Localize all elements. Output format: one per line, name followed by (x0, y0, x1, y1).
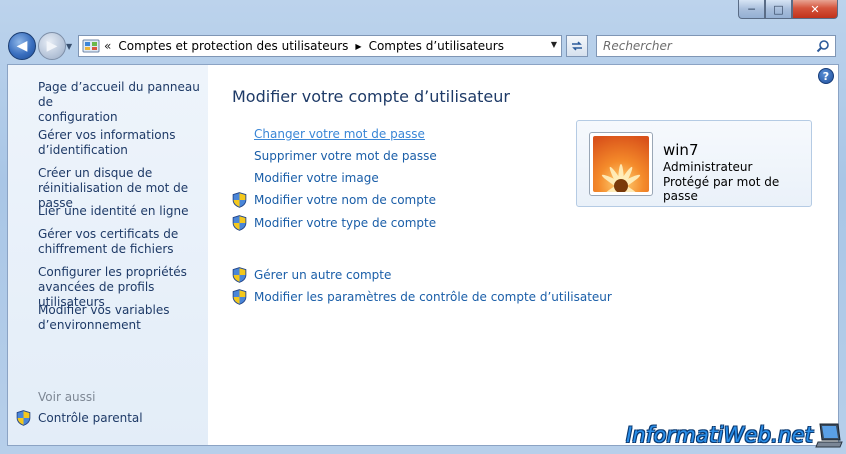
user-name: win7 (663, 141, 699, 159)
shield-icon (232, 289, 247, 305)
search-input[interactable] (597, 36, 807, 56)
shield-icon (232, 192, 247, 208)
sidebar-item-online-id[interactable]: Lier une identité en ligne (38, 204, 208, 219)
search-icon[interactable] (816, 39, 830, 53)
refresh-button[interactable] (566, 35, 588, 57)
watermark-text: InformatiWeb.net (626, 423, 814, 447)
task-remove-password[interactable]: Supprimer votre mot de passe (232, 149, 437, 163)
sidebar-item-control-panel-home[interactable]: Page d’accueil du panneau de configurati… (38, 80, 208, 125)
address-bar[interactable]: « Comptes et protection des utilisateurs… (78, 35, 562, 57)
page-title: Modifier votre compte d’utilisateur (232, 87, 510, 106)
sidebar-item-credentials[interactable]: Gérer vos informations d’identification (38, 128, 208, 158)
minimize-button[interactable]: ─ (738, 0, 765, 19)
user-account-card: win7 Administrateur Protégé par mot de p… (576, 120, 812, 208)
breadcrumb-separator-icon[interactable]: ▶ (355, 42, 361, 51)
content-area: Page d’accueil du panneau de configurati… (7, 64, 839, 446)
shield-icon (232, 267, 247, 283)
user-role: Administrateur (663, 160, 753, 174)
forward-arrow-icon: ▶ (46, 38, 58, 54)
main-panel: ? Modifier votre compte d’utilisateur Ch… (208, 65, 838, 445)
refresh-icon (572, 41, 582, 51)
control-panel-icon (82, 39, 100, 53)
close-button[interactable]: ✕ (792, 0, 838, 19)
task-change-account-type[interactable]: Modifier votre type de compte (232, 215, 436, 231)
breadcrumb-user-accounts[interactable]: Comptes d’utilisateurs (369, 39, 504, 53)
task-change-password[interactable]: Changer votre mot de passe (232, 127, 425, 141)
task-manage-other-account[interactable]: Gérer un autre compte (232, 267, 391, 283)
laptop-icon (815, 423, 843, 448)
maximize-button[interactable]: □ (765, 0, 792, 19)
sidebar: Page d’accueil du panneau de configurati… (8, 65, 208, 445)
back-arrow-icon: ◀ (16, 38, 28, 54)
sidebar-item-environment-variables[interactable]: Modifier vos variables d’environnement (38, 303, 208, 333)
navigation-bar: ◀ ▶ ▼ « Comptes et protection des utilis… (0, 28, 846, 64)
parental-control-label: Contrôle parental (38, 411, 143, 425)
task-change-picture[interactable]: Modifier votre image (232, 171, 379, 185)
shield-icon (16, 410, 31, 426)
user-protection-status: Protégé par mot de passe (663, 175, 780, 203)
title-bar: ─ □ ✕ (0, 0, 846, 28)
address-overflow-chevron[interactable]: « (104, 39, 111, 53)
sidebar-item-certificates[interactable]: Gérer vos certificats de chiffrement de … (38, 227, 208, 257)
flower-picture-icon (593, 136, 649, 208)
breadcrumb-accounts-protection[interactable]: Comptes et protection des utilisateurs (118, 39, 348, 53)
address-dropdown-icon[interactable]: ▼ (551, 40, 557, 49)
task-change-account-name[interactable]: Modifier votre nom de compte (232, 192, 436, 208)
help-icon[interactable]: ? (818, 68, 834, 84)
shield-icon (232, 215, 247, 231)
window-frame: ─ □ ✕ ◀ ▶ ▼ « Comptes et protection des … (0, 0, 846, 454)
search-box[interactable] (596, 35, 836, 57)
caption-buttons: ─ □ ✕ (738, 0, 838, 20)
sidebar-item-parental-control[interactable]: Contrôle parental (16, 410, 143, 426)
avatar (589, 132, 653, 208)
recent-pages-dropdown-icon[interactable]: ▼ (66, 42, 72, 51)
forward-button[interactable]: ▶ (38, 32, 66, 60)
task-uac-settings[interactable]: Modifier les paramètres de contrôle de c… (232, 289, 612, 305)
see-also-heading: Voir aussi (38, 390, 96, 404)
back-button[interactable]: ◀ (8, 32, 36, 60)
